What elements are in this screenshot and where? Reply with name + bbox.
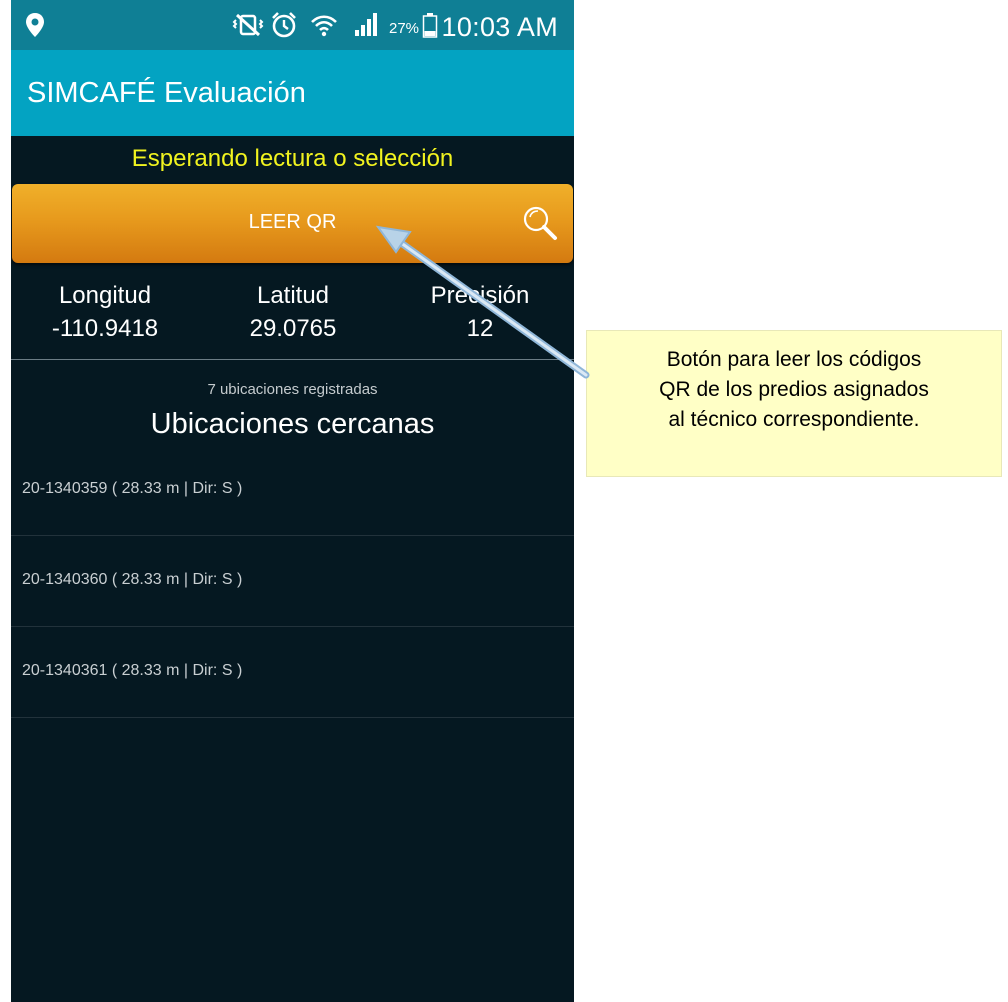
- list-item-label: 20-1340359 ( 28.33 m | Dir: S ): [22, 480, 243, 497]
- alarm-icon: [269, 10, 299, 40]
- latitude-block: Latitud 29.0765: [199, 282, 387, 344]
- search-icon: [521, 204, 559, 247]
- registered-count: 7 ubicaciones registradas: [207, 381, 378, 398]
- precision-label: Precisión: [430, 282, 530, 309]
- app-bar: SIMCAFÉ Evaluación: [11, 50, 574, 136]
- divider: [11, 359, 574, 360]
- precision-value: 12: [466, 315, 494, 342]
- longitude-value: -110.9418: [51, 315, 159, 342]
- precision-block: Precisión 12: [386, 282, 574, 344]
- list-item[interactable]: 20-1340361 ( 28.33 m | Dir: S ): [11, 626, 574, 718]
- phone-screen: 27% 10:03 AM SIMCAFÉ Evaluación Esperand…: [11, 0, 574, 1002]
- battery-icon: [421, 10, 439, 40]
- status-message: Esperando lectura o selección: [131, 145, 454, 172]
- latitude-value: 29.0765: [249, 315, 337, 342]
- signal-icon: [351, 10, 381, 40]
- app-title: SIMCAFÉ Evaluación: [27, 77, 306, 109]
- list-item-label: 20-1340360 ( 28.33 m | Dir: S ): [22, 571, 243, 588]
- callout-line: al técnico correspondiente.: [668, 408, 920, 431]
- latitude-label: Latitud: [256, 282, 330, 309]
- clock-time: 10:03 AM: [441, 12, 558, 42]
- list-item-label: 20-1340361 ( 28.33 m | Dir: S ): [22, 662, 243, 679]
- list-item[interactable]: 20-1340359 ( 28.33 m | Dir: S ): [11, 444, 574, 536]
- list-item[interactable]: 20-1340360 ( 28.33 m | Dir: S ): [11, 535, 574, 627]
- nearby-locations-title: Ubicaciones cercanas: [150, 408, 435, 440]
- mute-vibrate-icon: [231, 10, 265, 40]
- battery-percent: 27%: [389, 20, 420, 37]
- wifi-icon: [309, 10, 339, 40]
- status-bar: 27% 10:03 AM: [11, 0, 574, 50]
- callout-line: QR de los predios asignados: [659, 378, 929, 401]
- location-pin-icon: [23, 10, 47, 40]
- read-qr-label: LEER QR: [248, 211, 337, 233]
- longitude-label: Longitud: [58, 282, 152, 309]
- annotation-callout: Botón para leer los códigos QR de los pr…: [586, 330, 1002, 477]
- callout-line: Botón para leer los códigos: [666, 348, 922, 371]
- read-qr-button[interactable]: LEER QR: [12, 184, 573, 263]
- longitude-block: Longitud -110.9418: [11, 282, 199, 344]
